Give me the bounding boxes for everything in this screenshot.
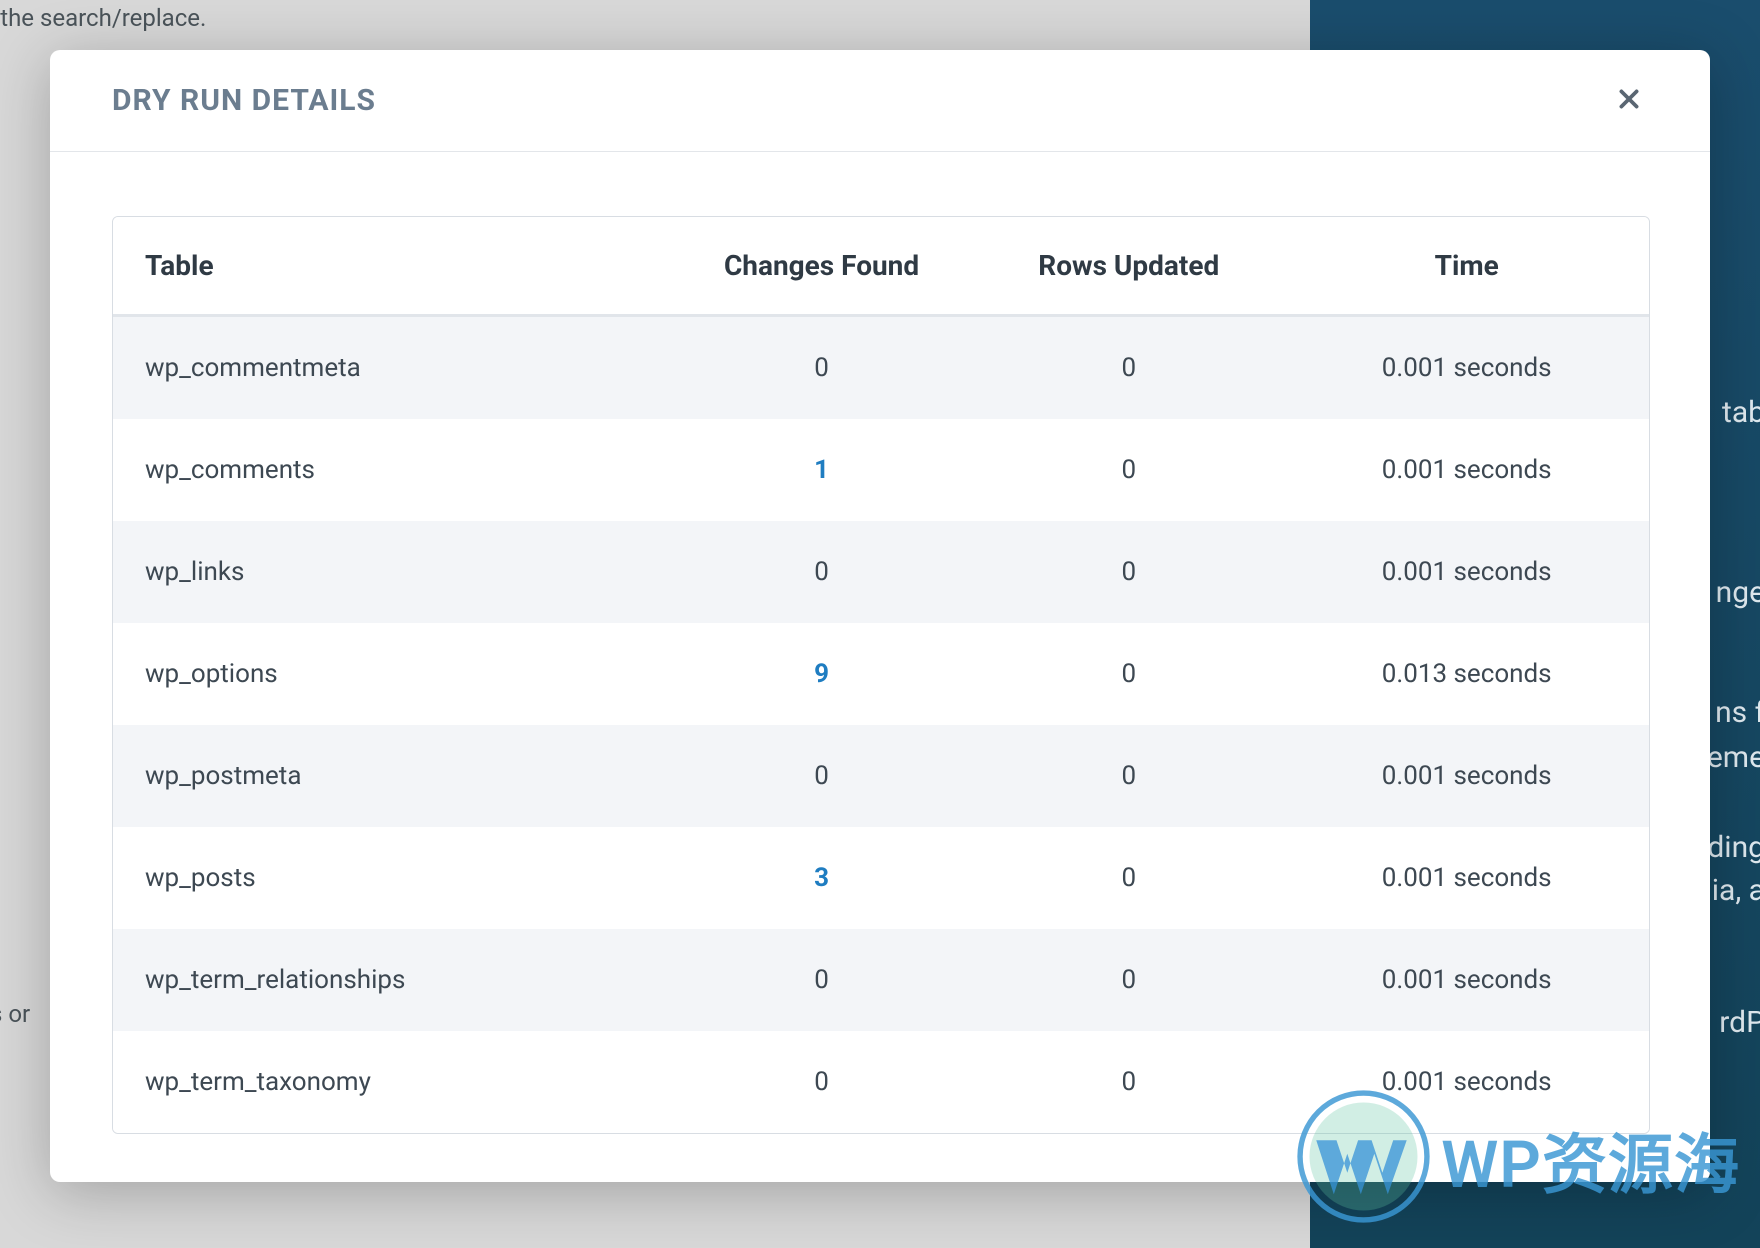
cell-rows: 0 — [973, 317, 1280, 419]
cell-changes[interactable]: 1 — [666, 419, 973, 521]
table-row: wp_term_relationships000.001 seconds — [113, 929, 1649, 1031]
changes-link[interactable]: 3 — [814, 863, 829, 893]
bg-right-text-3: ns f — [1715, 695, 1760, 730]
table-row: wp_comments 1 00.001 seconds — [113, 419, 1649, 521]
cell-table-name: wp_posts — [113, 827, 666, 929]
cell-table-name: wp_postmeta — [113, 725, 666, 827]
bg-truncated-text-left: s or — [0, 1000, 30, 1028]
table-row: wp_commentmeta000.001 seconds — [113, 317, 1649, 419]
col-header-table: Table — [113, 217, 666, 317]
changes-link[interactable]: 9 — [814, 659, 829, 689]
cell-changes: 0 — [666, 725, 973, 827]
modal-body[interactable]: Table Changes Found Rows Updated Time wp… — [50, 152, 1710, 1182]
modal-title: DRY RUN DETAILS — [112, 83, 376, 118]
cell-rows: 0 — [973, 725, 1280, 827]
cell-time: 0.001 seconds — [1280, 827, 1649, 929]
table-header-row: Table Changes Found Rows Updated Time — [113, 217, 1649, 317]
close-button[interactable] — [1608, 78, 1650, 123]
cell-table-name: wp_comments — [113, 419, 666, 521]
col-header-time: Time — [1280, 217, 1649, 317]
cell-time: 0.001 seconds — [1280, 521, 1649, 623]
bg-right-text-7: rdP — [1719, 1005, 1760, 1040]
table-row: wp_links000.001 seconds — [113, 521, 1649, 623]
col-header-changes: Changes Found — [666, 217, 973, 317]
cell-time: 0.001 seconds — [1280, 317, 1649, 419]
cell-time: 0.001 seconds — [1280, 1031, 1649, 1133]
close-icon — [1616, 100, 1642, 115]
cell-time: 0.001 seconds — [1280, 929, 1649, 1031]
bg-truncated-text-top: o run the search/replace. — [0, 4, 206, 32]
cell-changes: 0 — [666, 317, 973, 419]
cell-changes: 0 — [666, 1031, 973, 1133]
bg-right-text-6: ia, a — [1712, 873, 1760, 908]
cell-table-name: wp_links — [113, 521, 666, 623]
table-row: wp_posts 3 00.001 seconds — [113, 827, 1649, 929]
cell-time: 0.001 seconds — [1280, 725, 1649, 827]
cell-changes: 0 — [666, 929, 973, 1031]
cell-changes[interactable]: 9 — [666, 623, 973, 725]
cell-table-name: wp_term_taxonomy — [113, 1031, 666, 1133]
changes-link[interactable]: 1 — [814, 455, 829, 485]
bg-right-text-1: tab — [1722, 395, 1760, 430]
cell-rows: 0 — [973, 1031, 1280, 1133]
cell-changes: 0 — [666, 521, 973, 623]
bg-right-text-2: nge — [1716, 575, 1760, 610]
cell-table-name: wp_term_relationships — [113, 929, 666, 1031]
col-header-rows: Rows Updated — [973, 217, 1280, 317]
cell-rows: 0 — [973, 521, 1280, 623]
bg-right-text-4: eme — [1707, 740, 1760, 775]
cell-time: 0.013 seconds — [1280, 623, 1649, 725]
results-table: Table Changes Found Rows Updated Time wp… — [112, 216, 1650, 1134]
dry-run-modal: DRY RUN DETAILS Table Changes Found Rows… — [50, 50, 1710, 1182]
cell-table-name: wp_options — [113, 623, 666, 725]
table-row: wp_postmeta000.001 seconds — [113, 725, 1649, 827]
table-row: wp_term_taxonomy000.001 seconds — [113, 1031, 1649, 1133]
cell-rows: 0 — [973, 929, 1280, 1031]
cell-changes[interactable]: 3 — [666, 827, 973, 929]
cell-rows: 0 — [973, 623, 1280, 725]
cell-table-name: wp_commentmeta — [113, 317, 666, 419]
cell-rows: 0 — [973, 827, 1280, 929]
cell-time: 0.001 seconds — [1280, 419, 1649, 521]
bg-right-text-5: ding — [1707, 830, 1760, 865]
table-row: wp_options 9 00.013 seconds — [113, 623, 1649, 725]
modal-header: DRY RUN DETAILS — [50, 50, 1710, 152]
cell-rows: 0 — [973, 419, 1280, 521]
